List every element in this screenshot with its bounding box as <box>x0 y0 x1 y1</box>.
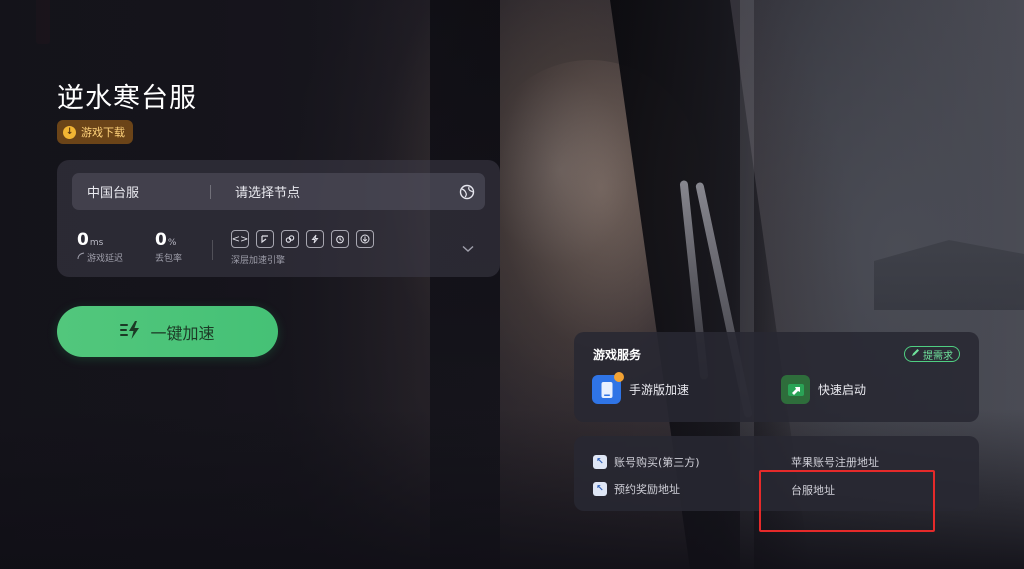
external-link-icon: ↖ <box>593 482 607 496</box>
game-download-label: 游戏下载 <box>81 126 125 139</box>
chevron-down-icon[interactable] <box>462 238 474 257</box>
boost-button[interactable]: 一键加速 <box>57 306 278 357</box>
loss-unit: % <box>167 238 177 248</box>
apple-register-link[interactable]: 苹果账号注册地址 <box>791 454 879 470</box>
network-card: 中国台服 请选择节点 0ms 游戏延迟 0% 丢包率 <> 深层加速引擎 <box>57 160 500 277</box>
loss-stat: 0% 丢包率 <box>155 230 182 264</box>
loss-label: 丢包率 <box>155 254 183 264</box>
loss-value: 0 <box>155 230 167 250</box>
download-icon: ↓ <box>63 125 76 139</box>
node-selector[interactable]: 中国台服 请选择节点 <box>72 173 485 210</box>
account-buy-label: 账号购买(第三方) <box>614 456 700 469</box>
latency-unit: ms <box>89 238 104 248</box>
background-building <box>874 240 1024 310</box>
download-icon <box>356 230 374 248</box>
request-button[interactable]: 提需求 <box>904 346 960 362</box>
route-icon <box>256 230 274 248</box>
boost-label: 一键加速 <box>150 323 215 343</box>
node-select-placeholder[interactable]: 请选择节点 <box>211 182 449 201</box>
external-link-icon: ↖ <box>593 455 607 469</box>
latency-label: 游戏延迟 <box>87 254 124 264</box>
latency-value: 0 <box>77 230 89 250</box>
phone-icon <box>592 372 624 404</box>
globe-icon[interactable] <box>449 184 485 200</box>
link-icon <box>281 230 299 248</box>
game-title: 逆水寒台服 <box>57 83 197 114</box>
region-label[interactable]: 中国台服 <box>72 182 210 201</box>
highlight-annotation-box <box>759 470 935 532</box>
account-buy-link[interactable]: ↖ 账号购买(第三方) <box>593 454 700 470</box>
quick-launch-item[interactable]: 快速启动 <box>781 375 866 404</box>
engine-icons: <> <box>231 230 374 248</box>
reward-address-link[interactable]: ↖ 预约奖励地址 <box>593 481 680 497</box>
quick-launch-icon <box>781 375 810 404</box>
services-title: 游戏服务 <box>593 348 642 362</box>
game-services-panel: 游戏服务 提需求 手游版加速 快速启动 <box>574 332 979 422</box>
request-label: 提需求 <box>923 350 953 362</box>
mobile-boost-label: 手游版加速 <box>629 383 690 397</box>
lightning-icon <box>120 320 142 344</box>
mobile-boost-item[interactable]: 手游版加速 <box>592 372 690 404</box>
stats-row: 0ms 游戏延迟 0% 丢包率 <box>77 230 182 264</box>
pen-icon <box>911 348 920 360</box>
bolt-icon <box>306 230 324 248</box>
quick-launch-label: 快速启动 <box>818 383 867 397</box>
code-icon: <> <box>231 230 249 248</box>
game-download-button[interactable]: ↓ 游戏下载 <box>57 120 133 144</box>
timer-icon <box>331 230 349 248</box>
signal-icon <box>77 252 85 263</box>
reward-address-label: 预约奖励地址 <box>614 483 680 496</box>
engine-label: 深层加速引擎 <box>231 256 286 266</box>
latency-stat: 0ms 游戏延迟 <box>77 230 123 264</box>
